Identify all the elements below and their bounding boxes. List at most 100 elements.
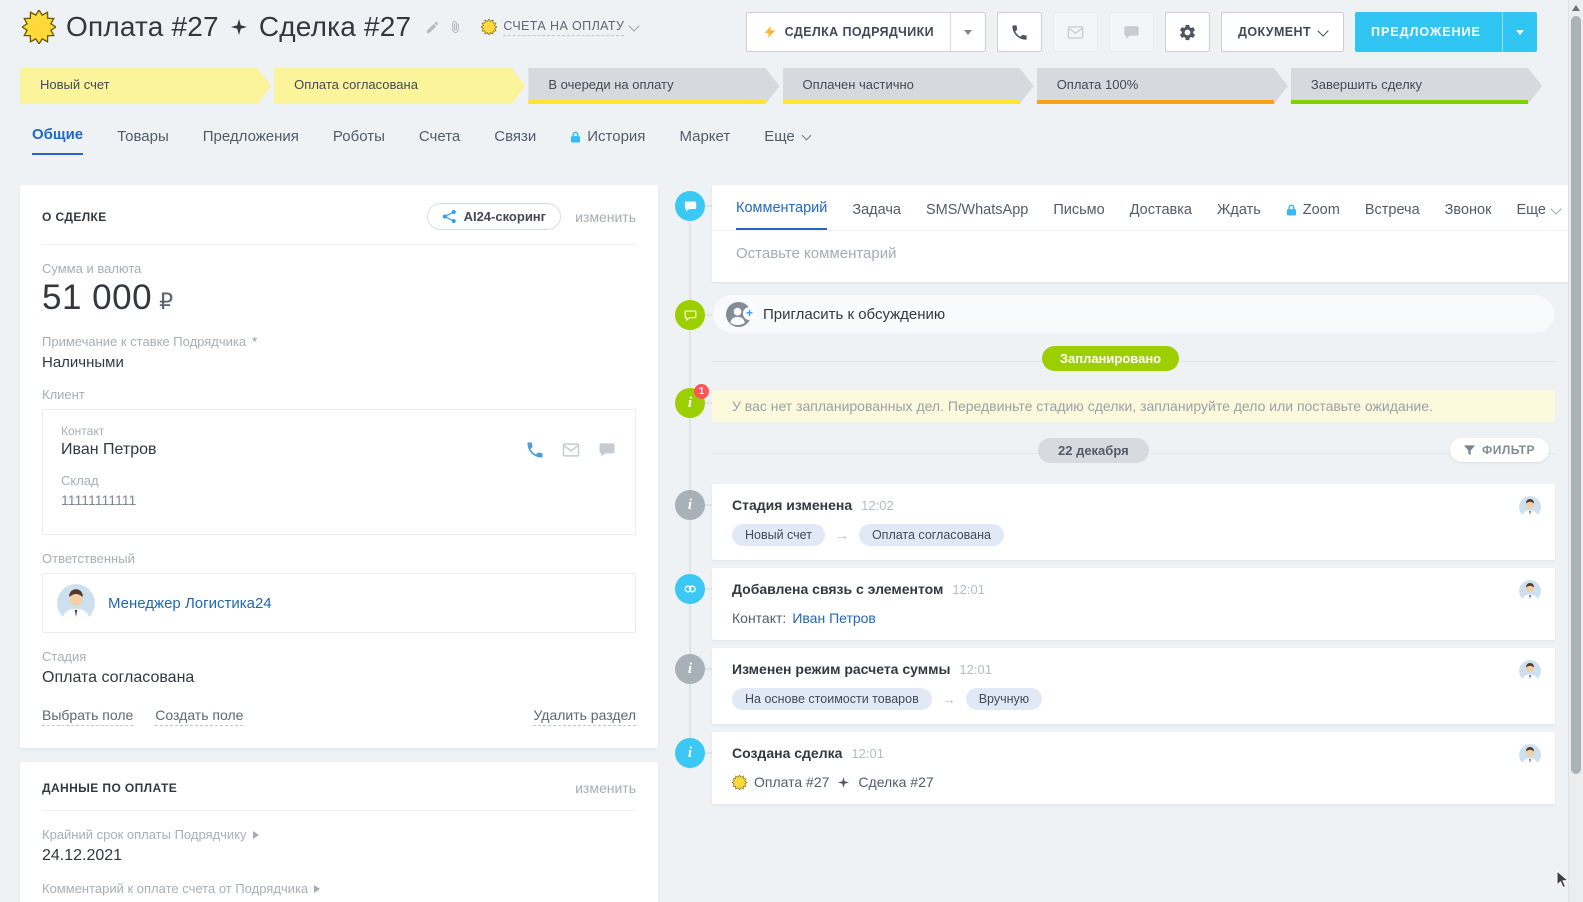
header-actions: СДЕЛКА ПОДРЯДЧИКИ ДОКУМЕНТ ПРЕДЛОЖЕНИЕ (746, 12, 1537, 52)
edit-about-link[interactable]: изменить (575, 209, 636, 225)
call-button[interactable] (997, 12, 1042, 52)
warehouse-value: 11111111111 (61, 492, 617, 508)
tab-products[interactable]: Товары (117, 128, 169, 155)
timeline-entry-link-added: Добавлена связь с элементом 12:01 Контак… (666, 568, 1555, 640)
entry-title[interactable]: Стадия изменена (732, 497, 852, 513)
client-box: Контакт Иван Петров Склад 11111111111 (42, 409, 636, 535)
timeline-entry-card[interactable]: Стадия изменена 12:02 Новый счет → Оплат… (712, 484, 1555, 560)
notification-count-badge: 1 (694, 384, 709, 399)
chevron-down-icon (801, 130, 811, 140)
edit-pencil-icon[interactable] (425, 20, 440, 35)
scrollbar-thumb[interactable] (1571, 16, 1581, 774)
responsible-label: Ответственный (42, 551, 636, 566)
tab-history[interactable]: История (570, 128, 645, 155)
tab-comment[interactable]: Комментарий (736, 200, 827, 230)
tab-delivery[interactable]: Доставка (1130, 202, 1192, 230)
tab-timeline-more[interactable]: Еще (1516, 202, 1560, 230)
comment-input[interactable]: Оставьте комментарий (712, 230, 1583, 282)
contact-phone-icon[interactable] (525, 440, 545, 460)
responsible-avatar (57, 584, 95, 622)
tab-zoom[interactable]: Zoom (1286, 202, 1340, 230)
entry-time: 12:01 (851, 746, 884, 761)
page-header: Оплата #27 Сделка #27 СЧЕТА НА ОПЛАТУ (22, 10, 638, 44)
proposal-button[interactable]: ПРЕДЛОЖЕНИЕ (1355, 12, 1537, 52)
pipeline-stage-5[interactable]: Оплата 100% (1037, 68, 1288, 104)
mail-icon (1066, 23, 1085, 42)
field-arrow-icon (253, 831, 259, 839)
timeline-entry-sum-mode-changed: i Изменен режим расчета суммы 12:01 На о… (666, 648, 1555, 724)
email-button[interactable] (1053, 12, 1098, 52)
vertical-scrollbar[interactable] (1568, 0, 1583, 902)
timeline-entry-card[interactable]: Изменен режим расчета суммы 12:01 На осн… (712, 648, 1555, 724)
chat-button[interactable] (1109, 12, 1154, 52)
pipeline-stage-3[interactable]: В очереди на оплату (528, 68, 779, 104)
create-field-link[interactable]: Создать поле (155, 707, 243, 726)
tab-wait[interactable]: Ждать (1217, 202, 1261, 230)
settings-button[interactable] (1165, 12, 1210, 52)
date-divider: 22 декабря ФИЛЬТР (666, 440, 1555, 466)
deal-title-left: Оплата #27 (754, 774, 829, 790)
funnel-selector[interactable]: СЧЕТА НА ОПЛАТУ (481, 19, 638, 36)
entry-title[interactable]: Добавлена связь с элементом (732, 581, 943, 597)
field-arrow-icon (314, 885, 320, 893)
chat-icon (1122, 23, 1141, 42)
funnel-star-icon (481, 19, 497, 35)
tab-robots[interactable]: Роботы (333, 128, 385, 155)
stage-progress-bar (1291, 100, 1528, 104)
pipeline-stage-2[interactable]: Оплата согласована (274, 68, 525, 104)
pipeline-stage-1[interactable]: Новый счет (20, 68, 271, 104)
ai-scoring-button[interactable]: AI24-скоринг (427, 203, 562, 230)
page-title-right: Сделка #27 (259, 11, 411, 43)
author-avatar (1519, 580, 1541, 602)
scroll-up-arrow[interactable] (1572, 5, 1580, 11)
tab-general[interactable]: Общие (32, 126, 83, 155)
tab-invoices[interactable]: Счета (419, 128, 460, 155)
contact-chat-icon[interactable] (597, 440, 617, 460)
contact-link[interactable]: Иван Петров (792, 610, 876, 626)
tab-sms-whatsapp[interactable]: SMS/WhatsApp (926, 202, 1028, 230)
stage-label: Стадия (42, 649, 636, 664)
tab-meeting[interactable]: Встреча (1365, 202, 1420, 230)
entry-title[interactable]: Изменен режим расчета суммы (732, 661, 950, 677)
tab-quotes[interactable]: Предложения (203, 128, 299, 155)
tab-links[interactable]: Связи (494, 128, 536, 155)
responsible-name-link[interactable]: Менеджер Логистика24 (108, 595, 272, 612)
filter-button[interactable]: ФИЛЬТР (1450, 438, 1549, 462)
entry-title[interactable]: Создана сделка (732, 745, 842, 761)
page-title-left: Оплата #27 (66, 11, 219, 43)
document-button[interactable]: ДОКУМЕНТ (1221, 12, 1344, 52)
attach-icon[interactable] (448, 20, 463, 35)
contractors-button-label: СДЕЛКА ПОДРЯДЧИКИ (785, 25, 934, 39)
invite-row: + Пригласить к обсуждению (666, 294, 1555, 334)
timeline-entry-card[interactable]: Создана сделка 12:01 Оплата #27 Сделка #… (712, 732, 1555, 804)
invite-to-discussion-button[interactable]: + Пригласить к обсуждению (712, 294, 1555, 334)
tab-more[interactable]: Еще (764, 128, 810, 155)
tab-call[interactable]: Звонок (1445, 202, 1492, 230)
select-field-link[interactable]: Выбрать поле (42, 707, 133, 726)
contractors-dropdown-caret[interactable] (950, 13, 985, 51)
delete-section-link[interactable]: Удалить раздел (533, 707, 636, 726)
entry-field-label: Контакт: (732, 610, 786, 626)
contact-mail-icon[interactable] (561, 440, 581, 460)
required-mark: * (252, 334, 257, 349)
proposal-dropdown-caret[interactable] (1502, 12, 1537, 52)
about-card-title: О СДЕЛКЕ (42, 210, 107, 224)
date-badge[interactable]: 22 декабря (1038, 438, 1149, 463)
author-avatar (1519, 744, 1541, 766)
pipeline-stage-6[interactable]: Завершить сделку (1291, 68, 1542, 104)
contractors-button[interactable]: СДЕЛКА ПОДРЯДЧИКИ (746, 12, 986, 52)
tab-market[interactable]: Маркет (679, 128, 730, 155)
lock-icon (570, 130, 581, 144)
stage-value: Оплата согласована (42, 669, 636, 687)
edit-payment-link[interactable]: изменить (575, 780, 636, 796)
notice-row: i 1 У вас нет запланированных дел. Перед… (666, 390, 1555, 422)
deal-info-column: О СДЕЛКЕ AI24-скоринг изменить Сумма и в… (20, 185, 658, 902)
tab-email[interactable]: Письмо (1053, 202, 1104, 230)
deal-nav-tabs: Общие Товары Предложения Роботы Счета Св… (32, 126, 810, 155)
pipeline-stage-4[interactable]: Оплачен частично (783, 68, 1034, 104)
responsible-box: Менеджер Логистика24 (42, 573, 636, 633)
tab-task[interactable]: Задача (852, 202, 901, 230)
timeline-entry-card[interactable]: Добавлена связь с элементом 12:01 Контак… (712, 568, 1555, 640)
payment-card-title: ДАННЫЕ ПО ОПЛАТЕ (42, 781, 177, 795)
stage-progress-bar (1037, 100, 1274, 104)
